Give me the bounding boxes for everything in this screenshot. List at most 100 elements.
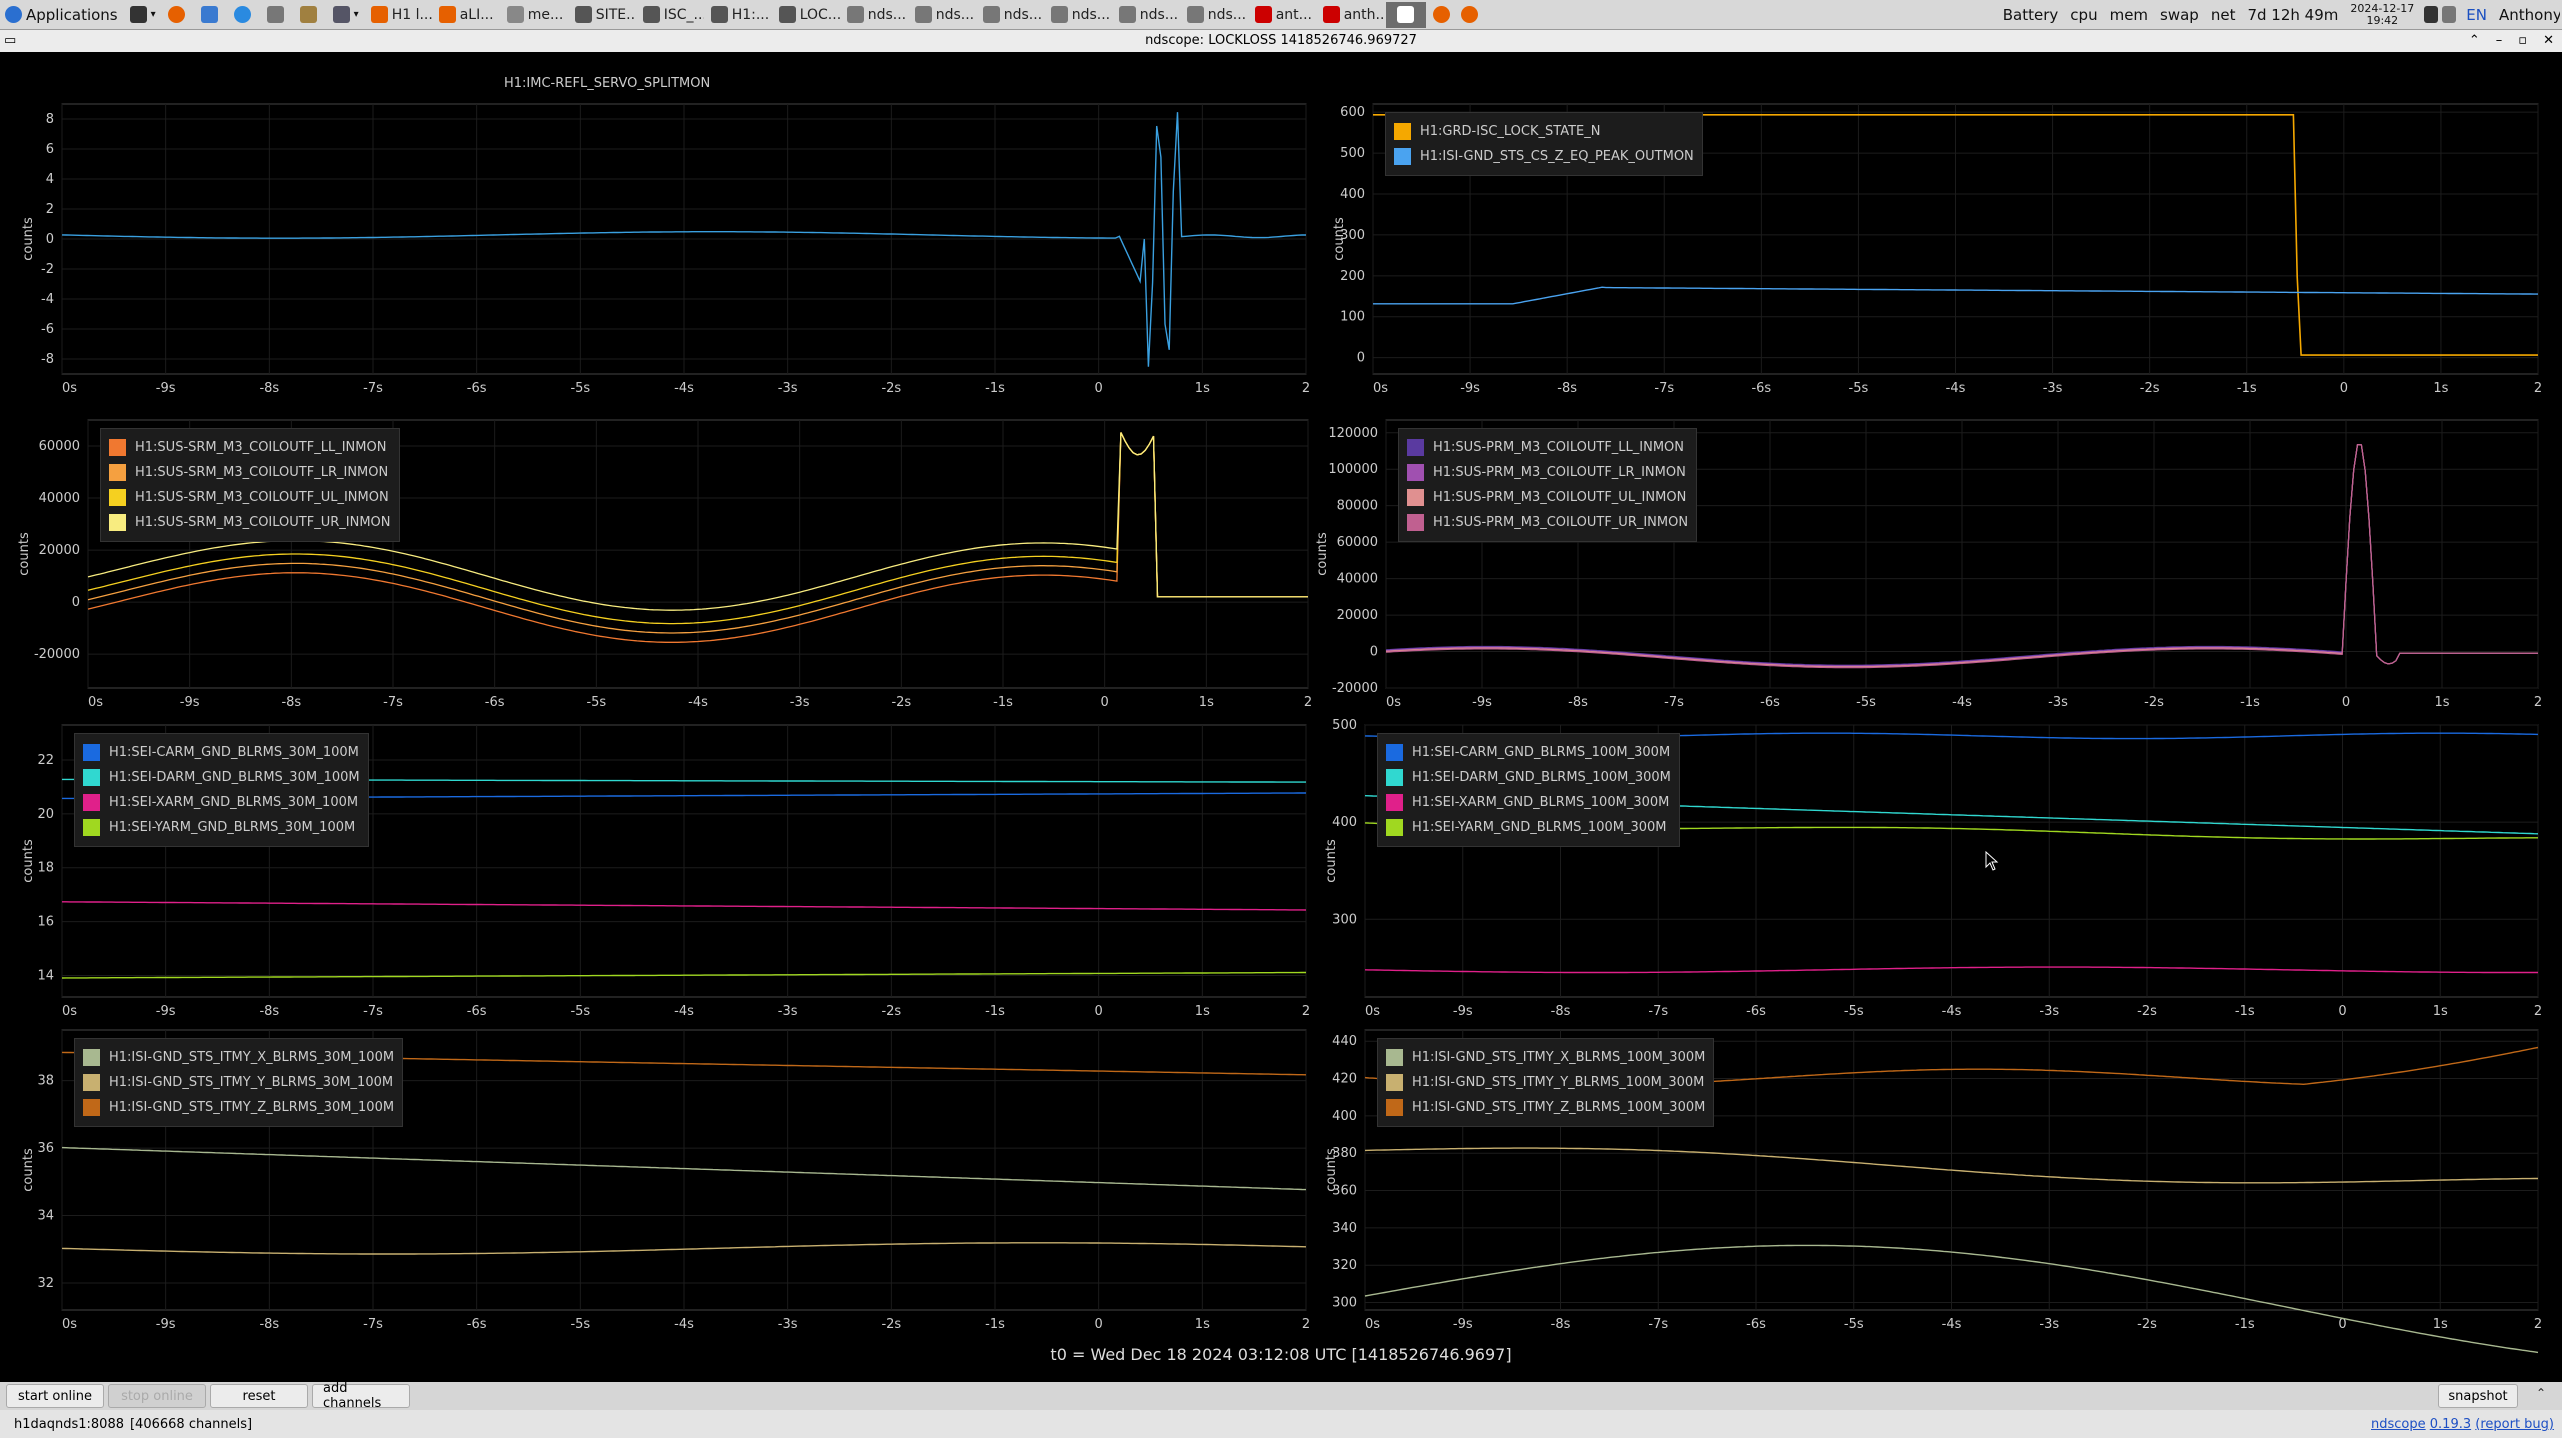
launcher-terminal[interactable]: ▾	[125, 2, 161, 28]
plot-p1[interactable]: 0s -9s -8s -7s -6s -5s -4s -3s -2s -1s 0 1s 2 8 6 4 2 0 -2…	[21, 76, 1310, 396]
plot-legend[interactable]: H1:ISI-GND_STS_ITMY_X_BLRMS_30M_100M H1:I…	[74, 1038, 404, 1127]
collapse-icon[interactable]: ⌃	[2469, 30, 2480, 52]
launcher-firefox-2[interactable]	[1428, 2, 1454, 28]
legend-item[interactable]: H1:SEI-DARM_GND_BLRMS_30M_100M	[83, 765, 360, 790]
cpu-monitor[interactable]: cpu	[2065, 2, 2102, 28]
plot-legend[interactable]: H1:GRD-ISC_LOCK_STATE_N H1:ISI-GND_STS_CS…	[1385, 112, 1703, 176]
legend-item[interactable]: H1:ISI-GND_STS_CS_Z_EQ_PEAK_OUTMON	[1394, 144, 1694, 169]
task-button[interactable]: me...	[502, 2, 568, 28]
launcher-share[interactable]	[262, 2, 293, 28]
plot-legend[interactable]: H1:SEI-CARM_GND_BLRMS_30M_100M H1:SEI-DAR…	[74, 733, 369, 847]
task-button[interactable]: H1 l...	[366, 2, 432, 28]
snapshot-button[interactable]: snapshot	[2438, 1384, 2518, 1408]
start-online-button[interactable]: start online	[6, 1384, 104, 1408]
legend-item[interactable]: H1:ISI-GND_STS_ITMY_X_BLRMS_100M_300M	[1386, 1045, 1705, 1070]
task-button[interactable]: anth...	[1318, 2, 1384, 28]
task-button[interactable]: H1:...	[706, 2, 772, 28]
x-tick-label: -7s	[1648, 1004, 1668, 1019]
launcher-chrome[interactable]	[229, 2, 260, 28]
task-button[interactable]: nds...	[910, 2, 976, 28]
legend-item[interactable]: H1:SEI-XARM_GND_BLRMS_100M_300M	[1386, 790, 1671, 815]
clock[interactable]: 2024-12-17 19:42	[2345, 2, 2419, 27]
reset-button[interactable]: reset	[210, 1384, 308, 1408]
x-tick-label: 1s	[2433, 381, 2448, 396]
window-titlebar[interactable]: ▭ ndscope: LOCKLOSS 1418526746.969727 ⌃ …	[0, 30, 2562, 52]
minimize-icon[interactable]: –	[2496, 30, 2503, 52]
task-button[interactable]: ant...	[1250, 2, 1316, 28]
chevron-up-icon[interactable]: ⌃	[2536, 1386, 2552, 1402]
legend-item[interactable]: H1:ISI-GND_STS_ITMY_Z_BLRMS_100M_300M	[1386, 1095, 1705, 1120]
applications-menu[interactable]: Applications	[0, 2, 123, 28]
legend-item[interactable]: H1:SUS-SRM_M3_COILOUTF_LL_INMON	[109, 435, 391, 460]
launcher-settings[interactable]	[295, 2, 326, 28]
legend-item[interactable]: H1:SUS-PRM_M3_COILOUTF_LL_INMON	[1407, 435, 1688, 460]
plot-legend[interactable]: H1:SUS-SRM_M3_COILOUTF_LL_INMON H1:SUS-SR…	[100, 428, 400, 542]
report-bug-link[interactable]: (report bug)	[2475, 1417, 2554, 1432]
y-axis-title: counts	[21, 1148, 36, 1192]
task-label: nds...	[935, 6, 975, 23]
legend-swatch	[109, 464, 126, 481]
legend-item[interactable]: H1:ISI-GND_STS_ITMY_Y_BLRMS_30M_100M	[83, 1070, 394, 1095]
plot-legend[interactable]: H1:SUS-PRM_M3_COILOUTF_LL_INMON H1:SUS-PR…	[1398, 428, 1698, 542]
plot-legend[interactable]: H1:ISI-GND_STS_ITMY_X_BLRMS_100M_300M H1:…	[1377, 1038, 1715, 1127]
y-tick-label: 14	[37, 968, 54, 983]
legend-item[interactable]: H1:SUS-SRM_M3_COILOUTF_LR_INMON	[109, 460, 391, 485]
window-menu-icon[interactable]: ▭	[4, 30, 16, 52]
legend-item[interactable]: H1:ISI-GND_STS_ITMY_X_BLRMS_30M_100M	[83, 1045, 394, 1070]
task-button[interactable]: ISC_...	[638, 2, 704, 28]
tray-icons[interactable]	[2419, 2, 2459, 28]
legend-item[interactable]: H1:SEI-YARM_GND_BLRMS_30M_100M	[83, 815, 360, 840]
legend-item[interactable]: H1:SEI-CARM_GND_BLRMS_100M_300M	[1386, 740, 1671, 765]
launcher-files[interactable]	[196, 2, 227, 28]
task-button[interactable]: nds...	[1182, 2, 1248, 28]
plot-p4[interactable]: 0s -9s -8s -7s -6s -5s -4s -3s -2s -1s 0 1s 2 120000 1…	[1315, 419, 2542, 710]
task-ndscope-active[interactable]	[1385, 1, 1426, 28]
legend-item[interactable]: H1:ISI-GND_STS_ITMY_Y_BLRMS_100M_300M	[1386, 1070, 1705, 1095]
maximize-icon[interactable]: ▫	[2518, 30, 2527, 52]
plot-p8[interactable]: 0s -9s -8s -7s -6s -5s -4s -3s -2s -1s 0 1s 2 440 420 4…	[1324, 1029, 2542, 1354]
legend-item[interactable]: H1:SUS-SRM_M3_COILOUTF_UL_INMON	[109, 485, 391, 510]
task-button[interactable]: nds...	[978, 2, 1044, 28]
legend-item[interactable]: H1:SUS-PRM_M3_COILOUTF_UL_INMON	[1407, 485, 1688, 510]
task-label: anth...	[1343, 6, 1384, 23]
legend-item[interactable]: H1:SEI-DARM_GND_BLRMS_100M_300M	[1386, 765, 1671, 790]
task-button[interactable]: nds...	[1114, 2, 1180, 28]
launcher-firefox-3[interactable]	[1456, 2, 1482, 28]
mem-monitor[interactable]: mem	[2105, 2, 2153, 28]
launcher-editor[interactable]: ▾	[328, 2, 364, 28]
legend-item[interactable]: H1:SEI-CARM_GND_BLRMS_30M_100M	[83, 740, 360, 765]
language-indicator[interactable]: EN	[2461, 2, 2492, 28]
plot-p6[interactable]: 0s -9s -8s -7s -6s -5s -4s -3s -2s -1s 0 1s 2 500 400 3…	[1324, 718, 2542, 1019]
legend-item[interactable]: H1:ISI-GND_STS_ITMY_Z_BLRMS_30M_100M	[83, 1095, 394, 1120]
legend-item[interactable]: H1:SUS-SRM_M3_COILOUTF_UR_INMON	[109, 510, 391, 535]
version-link[interactable]: 0.19.3	[2430, 1417, 2471, 1432]
x-tick-label: -6s	[467, 381, 487, 396]
plot-p2[interactable]: 0s -9s -8s -7s -6s -5s -4s -3s -2s -1s 0 1s 2 600 500 4…	[1332, 103, 2542, 396]
legend-item[interactable]: H1:SUS-PRM_M3_COILOUTF_UR_INMON	[1407, 510, 1688, 535]
task-button[interactable]: nds...	[842, 2, 908, 28]
legend-item[interactable]: H1:SUS-PRM_M3_COILOUTF_LR_INMON	[1407, 460, 1688, 485]
plot-p7[interactable]: 0s -9s -8s -7s -6s -5s -4s -3s -2s -1s 0 1s 2 38 36 34 3…	[21, 1029, 1310, 1332]
task-button[interactable]: aLI...	[434, 2, 500, 28]
task-button[interactable]: SITE...	[570, 2, 636, 28]
task-button[interactable]: LOC...	[774, 2, 840, 28]
plot-canvas[interactable]: 0s -9s -8s -7s -6s -5s -4s -3s -2s -1s 0 1s 2 8 6 4 2 0 -2…	[21, 103, 1310, 396]
legend-item[interactable]: H1:GRD-ISC_LOCK_STATE_N	[1394, 119, 1694, 144]
legend-item[interactable]: H1:SEI-YARM_GND_BLRMS_100M_300M	[1386, 815, 1671, 840]
user-menu[interactable]: Anthony Sanchez	[2494, 2, 2560, 28]
plot-legend[interactable]: H1:SEI-CARM_GND_BLRMS_100M_300M H1:SEI-DA…	[1377, 733, 1680, 847]
plot-p5[interactable]: 0s -9s -8s -7s -6s -5s -4s -3s -2s -1s 0 1s 2 22 20 18 1…	[21, 724, 1310, 1019]
launcher-firefox[interactable]	[163, 2, 194, 28]
battery-indicator[interactable]: Battery	[1998, 2, 2064, 28]
add-channels-button[interactable]: add channels	[312, 1381, 410, 1411]
net-monitor[interactable]: net	[2206, 2, 2241, 28]
ndscope-link[interactable]: ndscope	[2371, 1417, 2426, 1432]
plot-p3[interactable]: 0s -9s -8s -7s -6s -5s -4s -3s -2s -1s 0 1s 2 60000 40…	[17, 419, 1312, 710]
x-tick-label: -6s	[485, 695, 505, 710]
close-icon[interactable]: ✕	[2543, 30, 2554, 52]
x-tick-label: 0s	[88, 695, 103, 710]
task-button[interactable]: nds...	[1046, 2, 1112, 28]
control-bar: start online stop online reset add chann…	[0, 1381, 2562, 1411]
legend-item[interactable]: H1:SEI-XARM_GND_BLRMS_30M_100M	[83, 790, 360, 815]
swap-monitor[interactable]: swap	[2155, 2, 2204, 28]
